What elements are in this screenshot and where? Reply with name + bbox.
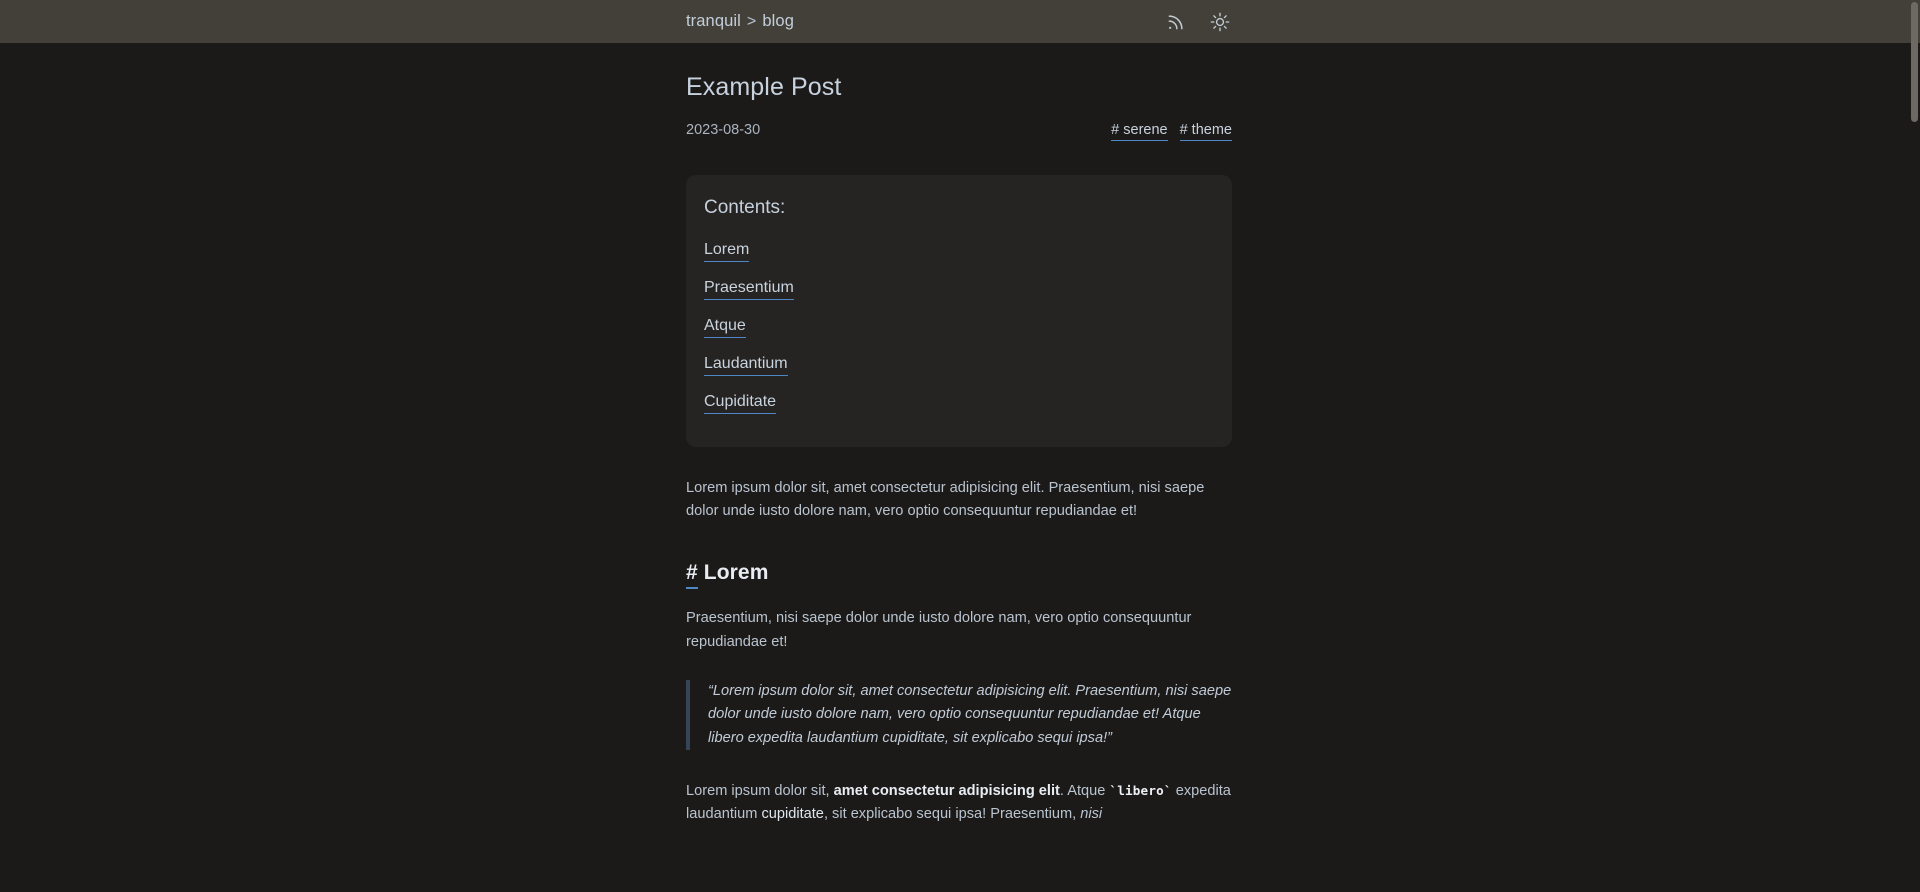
breadcrumb-separator: > (746, 13, 757, 30)
table-of-contents: Contents: Lorem Praesentium Atque Laudan… (686, 174, 1232, 447)
section-hash-marker: # (686, 561, 698, 590)
site-header: tranquil > blog (0, 0, 1920, 43)
sun-light-mode-icon[interactable] (1209, 11, 1231, 33)
paragraph-mid: . Atque (1059, 782, 1110, 799)
breadcrumb-section-link[interactable]: blog (762, 12, 794, 31)
list-item: Praesentium (704, 271, 1214, 309)
list-item: Lorem (704, 233, 1214, 271)
tag-list: # serene # theme (1111, 122, 1232, 141)
list-item: Atque (704, 309, 1214, 347)
tag-theme[interactable]: # theme (1179, 122, 1232, 141)
toc-link-lorem[interactable]: Lorem (704, 240, 750, 262)
list-item: Laudantium (704, 347, 1214, 385)
paragraph-italic-text: nisi (1080, 806, 1103, 823)
scrollbar-thumb[interactable] (1911, 2, 1918, 122)
paragraph-bold-text: amet consectetur adipisicing elit (833, 782, 1060, 799)
toc-title: Contents: (704, 196, 786, 218)
page-title: Example Post (686, 73, 842, 101)
section-paragraph: Praesentium, nisi saepe dolor unde iusto… (686, 610, 1192, 650)
post-article: Example Post 2023-08-30 # serene # theme… (686, 43, 1232, 827)
rich-paragraph: Lorem ipsum dolor sit, amet consectetur … (686, 780, 1232, 827)
inline-code-libero: `libero` (1109, 782, 1172, 798)
breadcrumb: tranquil > blog (686, 12, 794, 31)
scrollbar[interactable] (1909, 0, 1920, 892)
page-body: Example Post 2023-08-30 # serene # theme… (0, 43, 1920, 892)
tag-serene[interactable]: # serene (1111, 122, 1168, 141)
toc-link-praesentium[interactable]: Praesentium (704, 278, 794, 300)
section-heading-text: Lorem (703, 561, 769, 585)
blockquote: “Lorem ipsum dolor sit, amet consectetur… (686, 679, 1232, 750)
blockquote-text: “Lorem ipsum dolor sit, amet consectetur… (708, 682, 1232, 746)
list-item: Cupiditate (704, 385, 1214, 423)
intro-paragraph: Lorem ipsum dolor sit, amet consectetur … (686, 479, 1205, 519)
header-inner: tranquil > blog (0, 12, 1920, 31)
section-heading-lorem: # Lorem (686, 561, 769, 590)
paragraph-tail: , sit explicabo sequi ipsa! Praesentium, (823, 806, 1081, 823)
post-date: 2023-08-30 (686, 121, 761, 138)
post-meta: 2023-08-30 # serene # theme (686, 122, 1232, 141)
toc-link-cupiditate[interactable]: Cupiditate (704, 392, 777, 414)
rss-feed-icon[interactable] (1165, 11, 1187, 33)
toc-list: Lorem Praesentium Atque Laudantium Cupid… (704, 233, 1214, 423)
header-actions (1165, 0, 1231, 43)
toc-link-atque[interactable]: Atque (704, 316, 746, 338)
inline-link-cupiditate[interactable]: cupiditate (761, 806, 823, 822)
breadcrumb-site-link[interactable]: tranquil (686, 12, 741, 31)
paragraph-lead: Lorem ipsum dolor sit, (686, 782, 834, 799)
toc-link-laudantium[interactable]: Laudantium (704, 354, 788, 376)
